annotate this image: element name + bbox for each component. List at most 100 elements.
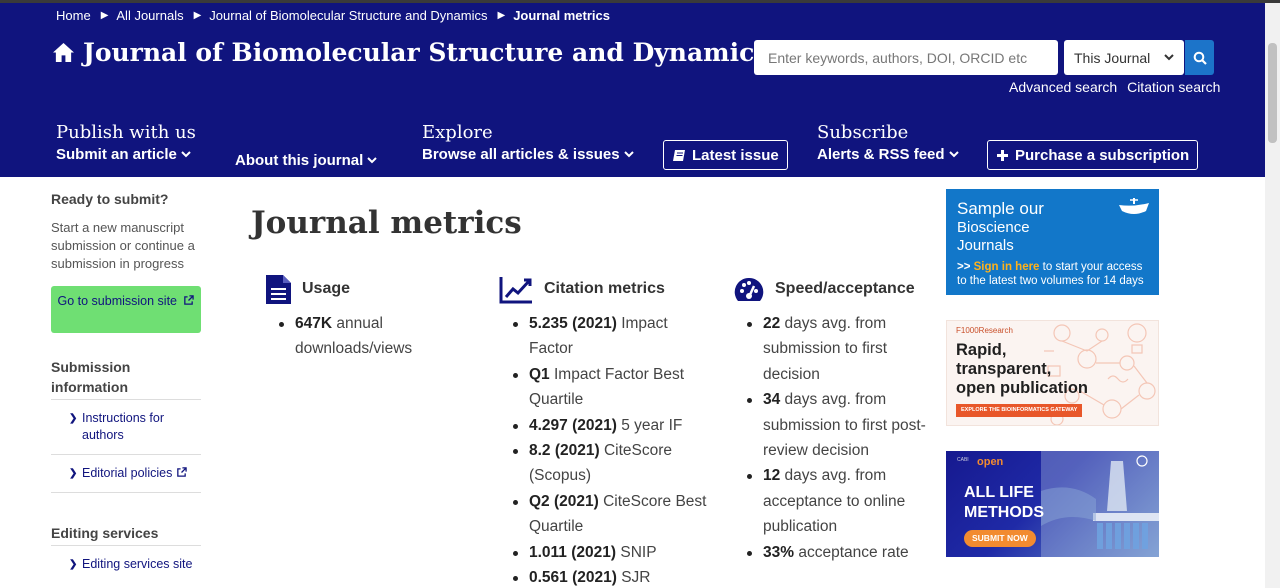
latest-issue-button[interactable]: Latest issue — [663, 140, 788, 170]
ad1-title-line1: Sample our — [957, 199, 1044, 218]
editorial-policies-label: Editorial policies — [82, 466, 173, 480]
sidebar: Ready to submit? Start a new manuscript … — [51, 177, 201, 583]
metric-5-year-if: 4.297 (2021) 5 year IF — [513, 413, 711, 438]
breadcrumb-journal[interactable]: Journal of Biomolecular Structure and Dy… — [209, 8, 487, 23]
chevron-right-icon: ❯ — [69, 559, 78, 570]
nav-publish-heading: Publish with us — [56, 122, 196, 143]
speedometer-icon — [734, 277, 764, 301]
editing-services-heading: Editing services — [51, 523, 201, 546]
advanced-search-link[interactable]: Advanced search — [1009, 79, 1117, 95]
speed-acceptance-heading-text: Speed/acceptance — [775, 280, 915, 297]
chevron-right-icon: ❯ — [69, 413, 78, 424]
ad2-brand: F1000Research — [956, 326, 1013, 335]
ad2-cta-button[interactable]: EXPLORE THE BIOINFORMATICS GATEWAY — [956, 404, 1083, 417]
home-icon — [53, 42, 74, 63]
metric-impact-factor: 5.235 (2021) Impact Factor — [513, 311, 711, 362]
editing-services-link[interactable]: ❯ Editing services site — [51, 546, 201, 583]
alerts-menu[interactable]: Alerts & RSS feed — [817, 146, 959, 163]
alerts-label: Alerts & RSS feed — [817, 146, 945, 163]
search-input[interactable] — [754, 40, 1058, 75]
citation-metrics-list: 5.235 (2021) Impact Factor Q1 Impact Fac… — [499, 311, 711, 588]
journal-header: Home ▶ All Journals ▶ Journal of Biomole… — [0, 3, 1265, 177]
submission-info-heading: Submission information — [51, 357, 201, 400]
journal-title[interactable]: Journal of Biomolecular Structure and Dy… — [52, 38, 768, 67]
breadcrumb-arrow-icon: ▶ — [193, 10, 202, 21]
ad2-headline: Rapid, transparent, open publication — [956, 341, 1088, 397]
breadcrumb-home[interactable]: Home — [56, 8, 91, 23]
editing-services-label: Editing services site — [82, 557, 193, 571]
page-title: Journal metrics — [251, 205, 522, 241]
breadcrumb-arrow-icon: ▶ — [100, 10, 109, 21]
chevron-right-icon: ❯ — [69, 468, 78, 479]
metric-snip: 1.011 (2021) SNIP — [513, 540, 711, 565]
metric-post-review: 34 days avg. from submission to first po… — [747, 387, 945, 463]
chevron-down-icon — [948, 151, 959, 158]
metric-sjr: 0.561 (2021) SJR — [513, 565, 711, 588]
ad1-message: >> Sign in here to start your access to … — [957, 261, 1144, 287]
page-scrollbar[interactable] — [1265, 3, 1280, 588]
external-link-icon — [177, 467, 188, 477]
ad-bioscience-journals[interactable]: Sample our Bioscience Journals >> Sign i… — [946, 189, 1159, 295]
ad3-brand-small: CABI — [957, 457, 969, 463]
ad1-sign-in-link[interactable]: Sign in here — [974, 261, 1040, 273]
metric-citescore-quartile: Q2 (2021) CiteScore Best Quartile — [513, 489, 711, 540]
browse-articles-menu[interactable]: Browse all articles & issues — [422, 146, 634, 163]
ad3-submit-button[interactable]: SUBMIT NOW — [964, 530, 1036, 547]
submit-article-label: Submit an article — [56, 146, 177, 163]
lab-equipment-graphic — [1041, 451, 1159, 557]
go-to-submission-button[interactable]: Go to submission site — [51, 286, 201, 333]
ad3-headline: ALL LIFE METHODS — [964, 484, 1044, 521]
purchase-subscription-button[interactable]: Purchase a subscription — [987, 140, 1199, 170]
scrollbar-thumb[interactable] — [1268, 43, 1277, 143]
usage-heading: Usage — [265, 270, 465, 308]
breadcrumb-arrow-icon: ▶ — [497, 10, 506, 21]
ready-to-submit-heading: Ready to submit? — [51, 191, 169, 207]
breadcrumb-all-journals[interactable]: All Journals — [116, 8, 183, 23]
metric-online-publication: 12 days avg. from acceptance to online p… — [747, 463, 945, 539]
metric-if-best-quartile: Q1 Impact Factor Best Quartile — [513, 362, 711, 413]
usage-list: 647K annual downloads/views — [265, 311, 465, 362]
citation-metrics-column: Citation metrics 5.235 (2021) Impact Fac… — [499, 270, 711, 588]
usage-column: Usage 647K annual downloads/views — [265, 270, 465, 362]
chevron-down-icon — [623, 151, 634, 158]
breadcrumb-current: Journal metrics — [513, 8, 611, 23]
chevron-down-icon — [181, 151, 191, 158]
line-chart-icon — [499, 276, 532, 303]
submit-article-menu[interactable]: Submit an article — [56, 146, 196, 163]
ad-f1000research[interactable]: F1000Research Rapid, transparent, open p… — [946, 320, 1159, 426]
nav-explore-heading: Explore — [422, 122, 493, 143]
speed-acceptance-column: Speed/acceptance 22 days avg. from submi… — [733, 270, 945, 565]
ad1-title-line2: Bioscience — [957, 219, 1030, 236]
instructions-for-authors-link[interactable]: ❯ Instructions for authors — [51, 400, 201, 455]
bowl-icon — [1119, 198, 1149, 214]
nav-explore: Explore Browse all articles & issues — [422, 122, 634, 163]
metric-acceptance-rate: 33% acceptance rate — [747, 540, 945, 565]
search-scope-select[interactable]: This Journal — [1064, 40, 1184, 75]
chevron-down-icon — [1164, 54, 1174, 61]
search-button[interactable] — [1185, 40, 1214, 75]
instructions-link-label: Instructions for authors — [82, 411, 164, 442]
plus-icon — [997, 149, 1008, 161]
ad3-brand: open — [977, 456, 1004, 468]
browse-articles-label: Browse all articles & issues — [422, 146, 620, 163]
nav-publish: Publish with us Submit an article — [56, 122, 196, 163]
ready-to-submit-text: Start a new manuscript submission or con… — [51, 220, 195, 271]
citation-search-link[interactable]: Citation search — [1127, 79, 1220, 95]
citation-metrics-heading: Citation metrics — [499, 270, 711, 308]
metric-citescore: 8.2 (2021) CiteScore (Scopus) — [513, 438, 711, 489]
latest-issue-label: Latest issue — [692, 146, 779, 164]
ad-cabi-open[interactable]: CABI open ALL LIFE METHODS SUBMIT NOW — [946, 451, 1159, 557]
search-links: Advanced search Citation search — [1009, 79, 1220, 95]
editorial-policies-link[interactable]: ❯ Editorial policies — [51, 455, 201, 493]
about-journal-label: About this journal — [235, 152, 364, 169]
search-scope-value: This Journal — [1074, 49, 1151, 66]
journal-title-text: Journal of Biomolecular Structure and Dy… — [83, 38, 769, 67]
nav-subscribe: Subscribe Alerts & RSS feed — [817, 122, 959, 163]
purchase-subscription-label: Purchase a subscription — [1015, 146, 1190, 164]
speed-acceptance-heading: Speed/acceptance — [733, 270, 945, 308]
usage-item-downloads: 647K annual downloads/views — [279, 311, 465, 362]
document-icon — [266, 274, 291, 304]
nav-subscribe-heading: Subscribe — [817, 122, 909, 143]
book-icon — [673, 149, 685, 161]
about-journal-menu[interactable]: About this journal — [235, 152, 378, 169]
